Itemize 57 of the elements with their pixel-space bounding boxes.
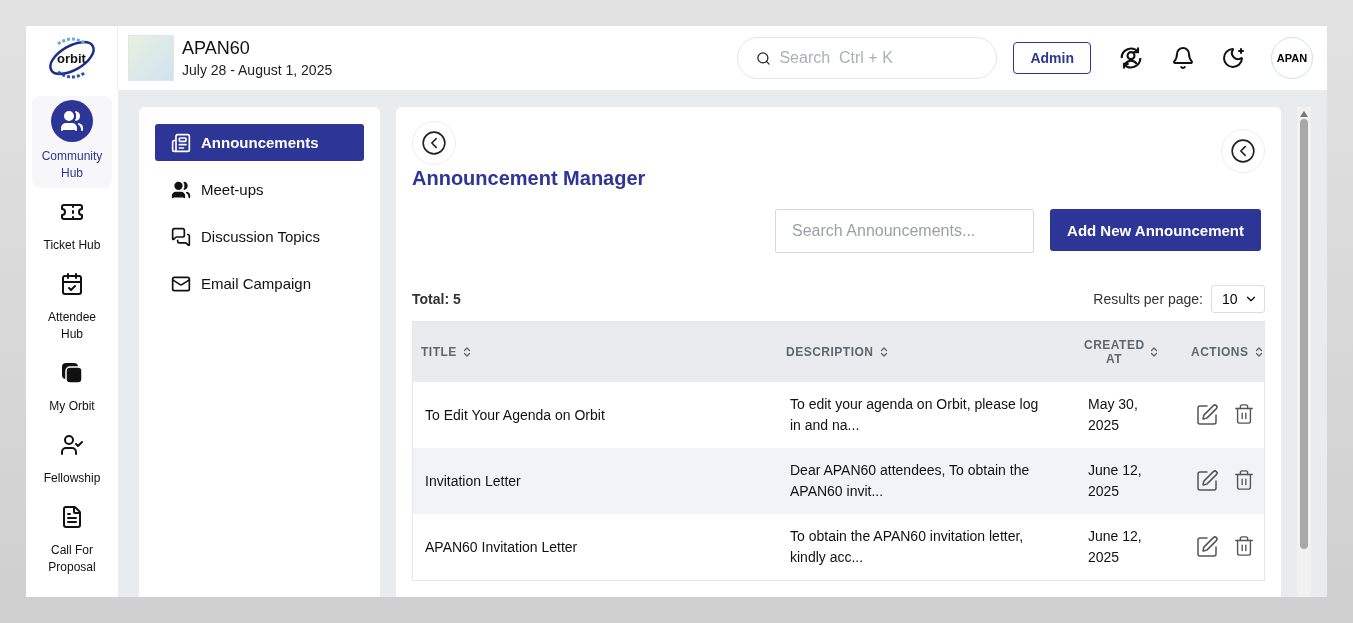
moon-icon[interactable]	[1221, 46, 1245, 70]
nav-item[interactable]: Fellowship	[32, 422, 112, 493]
stacked-squares-icon	[60, 361, 84, 385]
title-cell-text: To Edit Your Agenda on Orbit	[424, 405, 606, 425]
column-header[interactable]: ACTIONS	[1183, 345, 1265, 359]
description-cell-text: To obtain the APAN60 invitation letter, kindly acc...	[789, 527, 1025, 567]
newspaper-icon	[171, 132, 191, 153]
date-cell-text: June 12, 2025	[1087, 527, 1143, 567]
notification-icon[interactable]	[1171, 46, 1195, 70]
total-count: Total: 5	[412, 291, 461, 307]
scrollbar[interactable]	[1297, 107, 1311, 597]
nav-item[interactable]: Call For Proposal	[32, 494, 112, 582]
title-cell-text: Invitation Letter	[424, 471, 522, 491]
description-cell-text: Dear APAN60 attendees, To obtain the APAN60 invit...	[789, 461, 1031, 501]
edit-icon[interactable]	[1195, 469, 1219, 493]
chevron-left-icon	[1230, 138, 1256, 164]
per-page-label: Results per page:	[1093, 291, 1203, 307]
nav-item[interactable]: Community Hub	[32, 96, 112, 188]
document-icon	[60, 505, 84, 529]
back-button[interactable]	[412, 121, 456, 165]
trash-icon[interactable]	[1233, 403, 1255, 427]
title-cell-text: APAN60 Invitation Letter	[424, 537, 579, 557]
sort-icon	[1148, 346, 1160, 358]
submenu-item[interactable]: Announcements	[155, 124, 364, 161]
edit-icon[interactable]	[1195, 535, 1219, 559]
event-dates: July 28 - August 1, 2025	[182, 62, 333, 78]
collapse-button[interactable]	[1221, 129, 1265, 173]
submenu-item[interactable]: Discussion Topics	[155, 218, 364, 255]
per-page-select[interactable]: 10	[1211, 285, 1265, 313]
description-cell-text: To edit your agenda on Orbit, please log in and na...	[789, 395, 1040, 435]
submenu-item[interactable]: Meet-ups	[155, 171, 364, 208]
date-cell-text: May 30, 2025	[1087, 395, 1139, 435]
trash-icon[interactable]	[1233, 535, 1255, 559]
nav-item[interactable]: My Orbit	[32, 350, 112, 421]
event-title: APAN60	[182, 38, 251, 59]
nav-item[interactable]: Attendee Hub	[32, 261, 112, 349]
submenu-item[interactable]: Email Campaign	[155, 265, 364, 302]
date-cell-text: June 12, 2025	[1087, 461, 1143, 501]
admin-button[interactable]: Admin	[1013, 42, 1091, 74]
add-announcement-button[interactable]: Add New Announcement	[1050, 209, 1261, 251]
event-thumbnail	[128, 35, 174, 81]
search-field[interactable]: Search Announcements...	[775, 209, 1035, 253]
edit-icon[interactable]	[1195, 403, 1219, 427]
user-check-icon	[60, 433, 84, 457]
people-icon	[171, 179, 191, 200]
chat-icon	[171, 226, 191, 247]
search-icon	[756, 50, 772, 66]
column-header[interactable]: CREATED AT	[1076, 338, 1183, 366]
page-title: Announcement Manager	[412, 167, 647, 190]
people-icon	[60, 109, 84, 133]
nav-item[interactable]: Ticket Hub	[32, 189, 112, 260]
calendar-check-icon	[60, 272, 84, 296]
trash-icon[interactable]	[1233, 469, 1255, 493]
search-input[interactable]: Search Ctrl + K	[777, 48, 997, 68]
chevron-left-icon	[421, 130, 447, 156]
column-header[interactable]: DESCRIPTION	[778, 345, 1076, 359]
column-header[interactable]: TITLE	[413, 345, 778, 359]
